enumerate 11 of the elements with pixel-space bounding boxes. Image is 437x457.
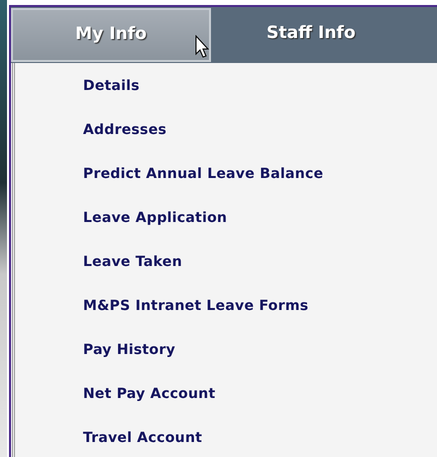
menu-item[interactable]: Predict Annual Leave Balance bbox=[83, 163, 324, 207]
menu-item[interactable]: Net Pay Account bbox=[83, 383, 216, 427]
menu-item[interactable]: Pay History bbox=[83, 339, 176, 383]
menu-item[interactable]: Leave Application bbox=[83, 207, 228, 251]
mouse-pointer-icon bbox=[195, 35, 211, 59]
menu-item[interactable]: M&PS Intranet Leave Forms bbox=[83, 295, 308, 339]
menu-item[interactable]: Addresses bbox=[83, 119, 167, 163]
tab[interactable]: Staff Info bbox=[211, 7, 411, 61]
menu-item[interactable]: Leave Taken bbox=[83, 251, 182, 295]
menu-item[interactable]: Travel Account bbox=[83, 427, 202, 457]
menu-item[interactable]: Details bbox=[83, 75, 140, 119]
